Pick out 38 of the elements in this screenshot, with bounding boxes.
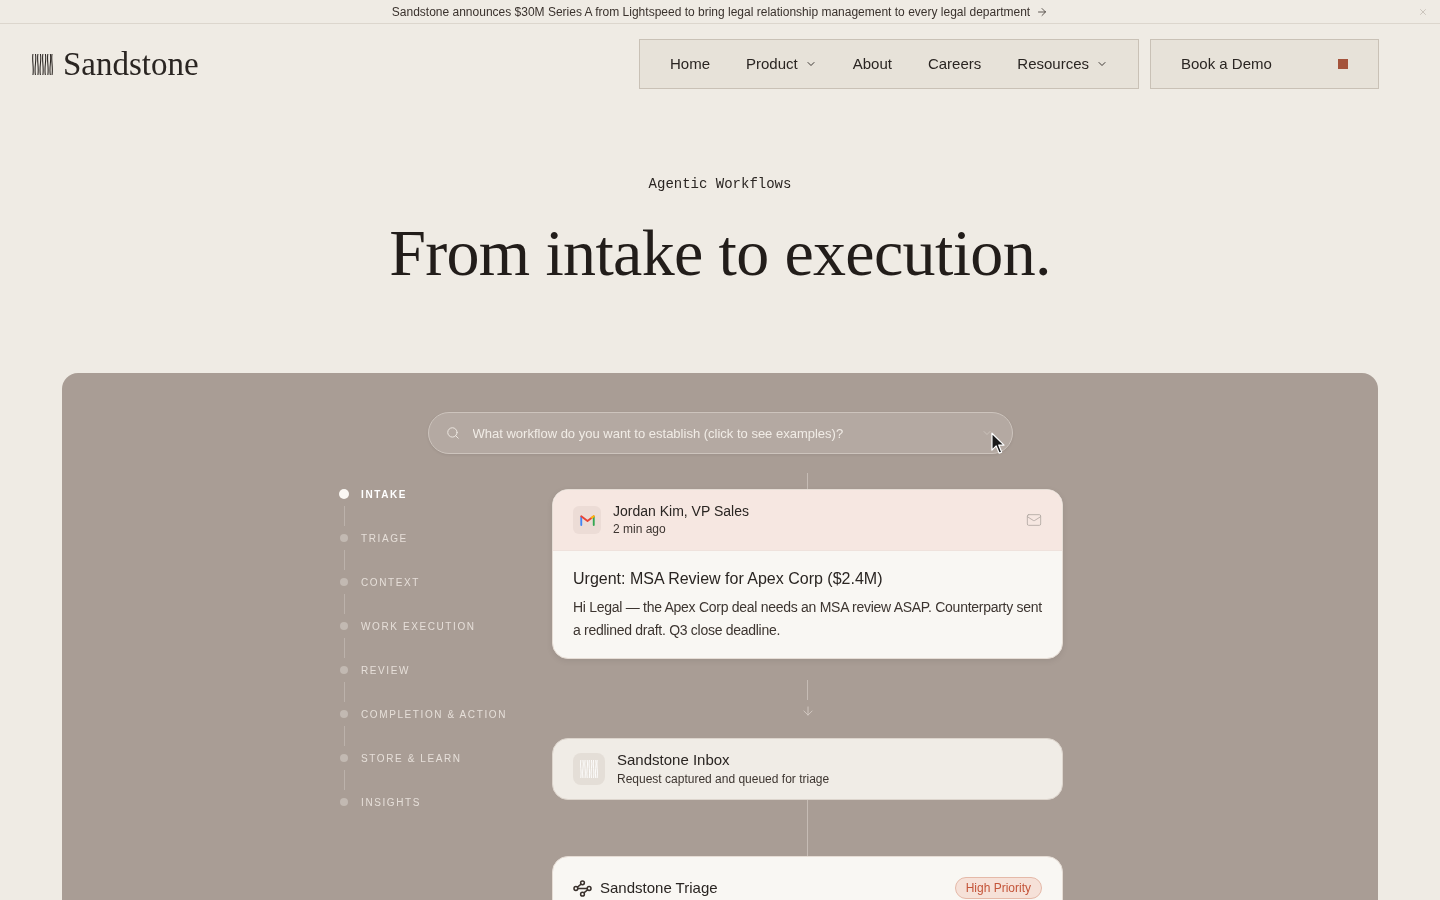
gmail-icon xyxy=(573,506,601,534)
striped-logo-icon xyxy=(32,53,53,75)
striped-logo-icon xyxy=(573,753,605,785)
search-field[interactable]: What workflow do you want to establish (click to see examples)? xyxy=(427,412,1013,454)
card-title: Sandstone Triage xyxy=(600,877,718,898)
arrow-down-icon xyxy=(800,704,815,718)
logo-wordmark[interactable]: Sandstone xyxy=(63,47,199,81)
step-tab[interactable]: TRIAGE xyxy=(361,530,408,546)
nav-link[interactable]: Careers xyxy=(927,52,982,76)
nav-link[interactable]: Home xyxy=(670,52,711,76)
card-subtitle: Request captured and queued for triage xyxy=(617,771,830,787)
step-tab[interactable]: REVIEW xyxy=(361,662,411,678)
arrow-right-icon xyxy=(1036,5,1049,18)
nav-link[interactable]: About xyxy=(852,52,892,76)
step-tab[interactable]: INTAKE xyxy=(361,486,408,502)
nav-link[interactable]: Resources xyxy=(1017,52,1108,76)
step-tab[interactable]: STORE & LEARN xyxy=(361,750,462,766)
priority-badge: High Priority xyxy=(954,877,1042,899)
card-title: Sandstone Inbox xyxy=(617,751,730,770)
sender-name: Jordan Kim, VP Sales xyxy=(613,503,749,521)
nav-link[interactable]: Product xyxy=(746,52,817,76)
hero-headline: From intake to execution. xyxy=(389,220,1051,286)
connected-nodes-icon xyxy=(573,879,592,897)
step-tab[interactable]: INSIGHTS xyxy=(361,794,422,810)
email-body: Hi Legal — the Apex Corp deal needs an MSA review ASAP. Counterparty sent a redlined draft. Q3 close deadline. xyxy=(573,598,1042,640)
search-icon xyxy=(445,426,460,440)
eyebrow-label: Agentic Workflows xyxy=(648,175,792,194)
announcement-text: Sandstone announces $30M Series A from Lightspeed to bring legal relationship management to every legal department xyxy=(391,3,1031,21)
step-tab[interactable]: WORK EXECUTION xyxy=(361,618,476,634)
book-demo-button[interactable]: Book a Demo xyxy=(1150,39,1379,89)
step-tab[interactable]: CONTEXT xyxy=(361,574,420,590)
square-icon xyxy=(1338,59,1348,69)
close-icon[interactable] xyxy=(1418,7,1428,17)
time-ago: 2 min ago xyxy=(613,521,666,537)
mail-icon xyxy=(1026,512,1042,528)
mouse-pointer-icon xyxy=(990,432,1006,455)
email-subject: Urgent: MSA Review for Apex Corp ($2.4M) xyxy=(573,569,884,589)
step-tab[interactable]: COMPLETION & ACTION xyxy=(361,706,507,722)
